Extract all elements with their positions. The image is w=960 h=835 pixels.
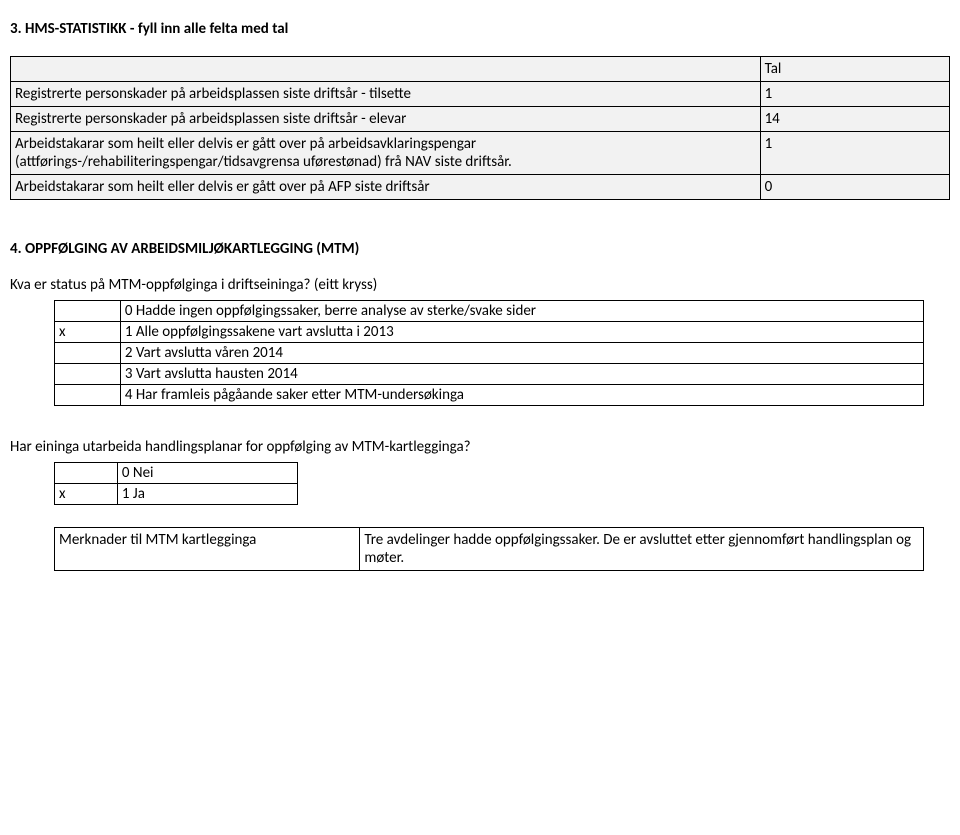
- option-text: 0 Hadde ingen oppfølgingssaker, berre an…: [120, 301, 923, 322]
- yesno-text: 0 Nei: [117, 463, 297, 484]
- stat-row-label: Arbeidstakarar som heilt eller delvis er…: [11, 132, 761, 175]
- remarks-text: Tre avdelinger hadde oppfølgingssaker. D…: [360, 528, 924, 571]
- option-text: 4 Har framleis pågåande saker etter MTM-…: [120, 385, 923, 406]
- option-text: 2 Vart avslutta våren 2014: [120, 343, 923, 364]
- stat-row-value: 1: [760, 82, 949, 107]
- option-mark: [55, 364, 121, 385]
- option-text: 1 Alle oppfølgingssakene vart avslutta i…: [120, 322, 923, 343]
- stat-row-value: 14: [760, 107, 949, 132]
- option-mark: [55, 343, 121, 364]
- yesno-table: 0 Nei x 1 Ja: [54, 462, 298, 505]
- stat-row-label: Arbeidstakarar som heilt eller delvis er…: [11, 175, 761, 200]
- stat-header-tal: Tal: [760, 57, 949, 82]
- stat-row-value: 1: [760, 132, 949, 175]
- section4-heading: 4. OPPFØLGING AV ARBEIDSMILJØKARTLEGGING…: [10, 240, 950, 258]
- stat-row-label: Registrerte personskader på arbeidsplass…: [11, 82, 761, 107]
- section4-question1: Kva er status på MTM-oppfølginga i drift…: [10, 276, 950, 294]
- yesno-mark: [55, 463, 118, 484]
- options-table: 0 Hadde ingen oppfølgingssaker, berre an…: [54, 300, 924, 406]
- stat-table: Tal Registrerte personskader på arbeidsp…: [10, 56, 950, 200]
- option-text: 3 Vart avslutta hausten 2014: [120, 364, 923, 385]
- remarks-table: Merknader til MTM kartlegginga Tre avdel…: [54, 527, 924, 571]
- option-mark: [55, 301, 121, 322]
- yesno-mark: x: [55, 484, 118, 505]
- remarks-label: Merknader til MTM kartlegginga: [55, 528, 360, 571]
- stat-header-blank: [11, 57, 761, 82]
- stat-row-value: 0: [760, 175, 949, 200]
- option-mark: [55, 385, 121, 406]
- section3-heading: 3. HMS-STATISTIKK - fyll inn alle felta …: [10, 20, 950, 38]
- stat-row-label: Registrerte personskader på arbeidsplass…: [11, 107, 761, 132]
- yesno-text: 1 Ja: [117, 484, 297, 505]
- section4-question2: Har eininga utarbeida handlingsplanar fo…: [10, 438, 950, 456]
- option-mark: x: [55, 322, 121, 343]
